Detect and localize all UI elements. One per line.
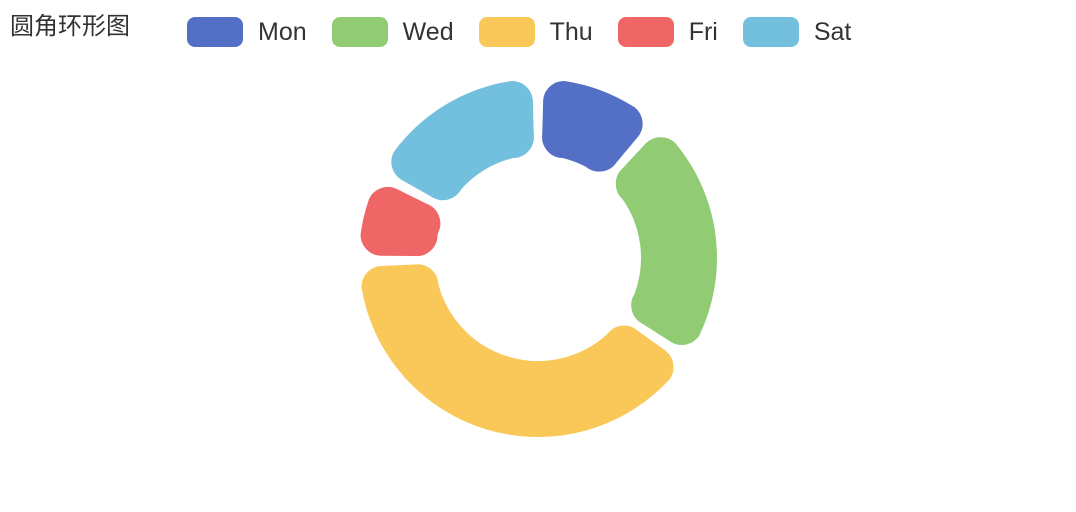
- donut-slice-sat[interactable]: [389, 78, 536, 203]
- donut-chart: [358, 78, 719, 439]
- donut-slice-thu[interactable]: [359, 262, 676, 439]
- donut-slice-wed[interactable]: [613, 135, 719, 347]
- chart-container: 圆角环形图 Mon Wed Thu Fri Sat: [0, 0, 1076, 512]
- donut-slice-mon[interactable]: [540, 78, 645, 174]
